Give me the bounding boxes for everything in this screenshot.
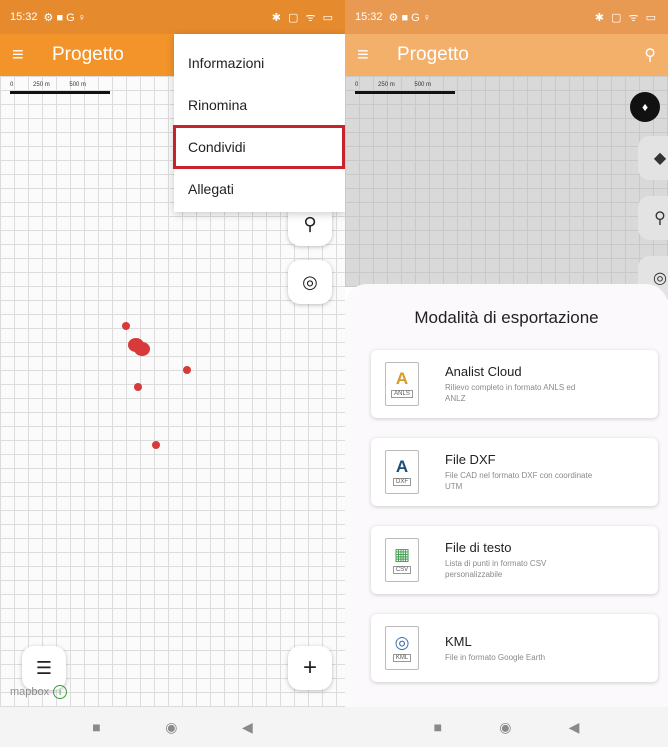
overflow-menu: Informazioni Rinomina Condividi Allegati <box>173 34 345 212</box>
home-button[interactable]: ◉ <box>165 719 177 736</box>
survey-point[interactable] <box>152 441 160 449</box>
survey-point-cluster[interactable] <box>134 342 150 356</box>
locate-button[interactable]: ◎ <box>288 260 332 304</box>
export-option-analist-cloud[interactable]: A ANLS Analist Cloud Rilievo completo in… <box>371 350 658 418</box>
system-nav-bar: ■ ◉ ◀ <box>0 707 345 747</box>
page-title: Progetto <box>52 44 124 65</box>
csv-file-icon: ▦ CSV <box>385 538 419 582</box>
app-bar: ≡ Progetto ⚲ <box>345 34 668 76</box>
recents-button[interactable]: ■ <box>92 719 100 735</box>
scale-label-0: 0 <box>10 82 14 88</box>
status-bar: 15:32 ⚙ ■ G ♀ ✱ ▢ ᯤ ▭ <box>0 0 345 34</box>
mapbox-logo: mapbox <box>10 686 50 698</box>
option-description: Rilievo completo in formato ANLS ed ANLZ <box>445 383 576 403</box>
dxf-file-icon: A DXF <box>385 450 419 494</box>
search-icon[interactable]: ⚲ <box>644 45 656 65</box>
list-icon: ☰ <box>35 657 53 678</box>
right-phone: 15:32 ⚙ ■ G ♀ ✱ ▢ ᯤ ▭ ≡ Progetto ⚲ 0 250… <box>345 0 668 747</box>
survey-point[interactable] <box>122 322 130 330</box>
gps-antenna-button[interactable]: ⚲ <box>638 196 668 240</box>
scale-bar <box>10 91 110 94</box>
back-button[interactable]: ◀ <box>242 719 253 736</box>
scale-label-0: 0 <box>355 82 359 88</box>
layers-button[interactable]: ◆ <box>638 136 668 180</box>
scale-label-250: 250 m <box>378 82 395 88</box>
back-button[interactable]: ◀ <box>569 719 580 736</box>
option-description: File CAD nel formato DXF con coordinate … <box>445 471 593 491</box>
export-option-dxf[interactable]: A DXF File DXF File CAD nel formato DXF … <box>371 438 658 506</box>
option-description: Lista di punti in formato CSV personaliz… <box>445 559 547 579</box>
map-scale: 0 250 m 500 m <box>10 82 110 94</box>
layers-icon: ◆ <box>653 150 667 167</box>
menu-item-condividi[interactable]: Condividi <box>173 125 345 169</box>
compass-icon[interactable]: ♦ <box>630 92 660 122</box>
export-option-kml[interactable]: ◎ KML KML File in formato Google Earth <box>371 614 658 682</box>
survey-point[interactable] <box>134 383 142 391</box>
status-time: 15:32 <box>355 11 383 23</box>
status-time: 15:32 <box>10 11 38 23</box>
status-icons-left: ⚙ ■ G ♀ <box>388 11 432 24</box>
option-description: File in formato Google Earth <box>445 652 546 662</box>
status-icons-right: ✱ ▢ ᯤ ▭ <box>271 11 335 24</box>
option-name: File DXF <box>445 452 496 467</box>
left-phone: 15:32 ⚙ ■ G ♀ ✱ ▢ ᯤ ▭ ≡ Progetto 0 250 m… <box>0 0 345 747</box>
hamburger-menu-icon[interactable]: ≡ <box>357 44 387 67</box>
option-name: Analist Cloud <box>445 364 522 379</box>
option-name: File di testo <box>445 540 512 555</box>
export-bottom-sheet: Modalità di esportazione A ANLS Analist … <box>345 284 668 707</box>
info-icon[interactable]: i <box>53 685 68 699</box>
add-point-button[interactable]: + <box>288 646 332 690</box>
menu-item-rinomina[interactable]: Rinomina <box>174 84 345 126</box>
satellite-icon: ⚲ <box>303 213 317 234</box>
kml-file-icon: ◎ KML <box>385 626 419 670</box>
satellite-icon: ⚲ <box>654 210 666 227</box>
mapbox-attribution[interactable]: mapbox i <box>10 685 68 699</box>
status-bar: 15:32 ⚙ ■ G ♀ ✱ ▢ ᯤ ▭ <box>345 0 668 34</box>
anls-file-icon: A ANLS <box>385 362 419 406</box>
status-icons-left: ⚙ ■ G ♀ <box>43 11 87 24</box>
crosshair-icon: ◎ <box>302 271 318 292</box>
hamburger-menu-icon[interactable]: ≡ <box>12 44 42 67</box>
menu-item-informazioni[interactable]: Informazioni <box>174 42 345 84</box>
plus-icon: + <box>302 654 317 681</box>
scale-label-500: 500 m <box>69 82 87 88</box>
home-button[interactable]: ◉ <box>499 719 511 736</box>
export-option-csv[interactable]: ▦ CSV File di testo Lista di punti in fo… <box>371 526 658 594</box>
recents-button[interactable]: ■ <box>434 719 442 735</box>
map-scale: 0 250 m 500 m <box>355 82 455 94</box>
scale-label-250: 250 m <box>33 82 50 88</box>
system-nav-bar: ■ ◉ ◀ <box>345 707 668 747</box>
survey-point[interactable] <box>183 366 191 374</box>
status-icons-right: ✱ ▢ ᯤ ▭ <box>594 11 658 24</box>
page-title: Progetto <box>397 44 469 65</box>
list-button[interactable]: ☰ <box>22 646 66 690</box>
scale-label-500: 500 m <box>414 82 432 88</box>
screenshot-pair: 15:32 ⚙ ■ G ♀ ✱ ▢ ᯤ ▭ ≡ Progetto 0 250 m… <box>0 0 668 747</box>
option-name: KML <box>445 633 472 649</box>
map-view[interactable]: 0 250 m 500 m ♦ ◆ ⚲ ◎ <box>345 76 668 300</box>
sheet-title: Modalità di esportazione <box>414 308 599 327</box>
scale-bar <box>355 91 455 94</box>
menu-item-allegati[interactable]: Allegati <box>174 168 345 210</box>
